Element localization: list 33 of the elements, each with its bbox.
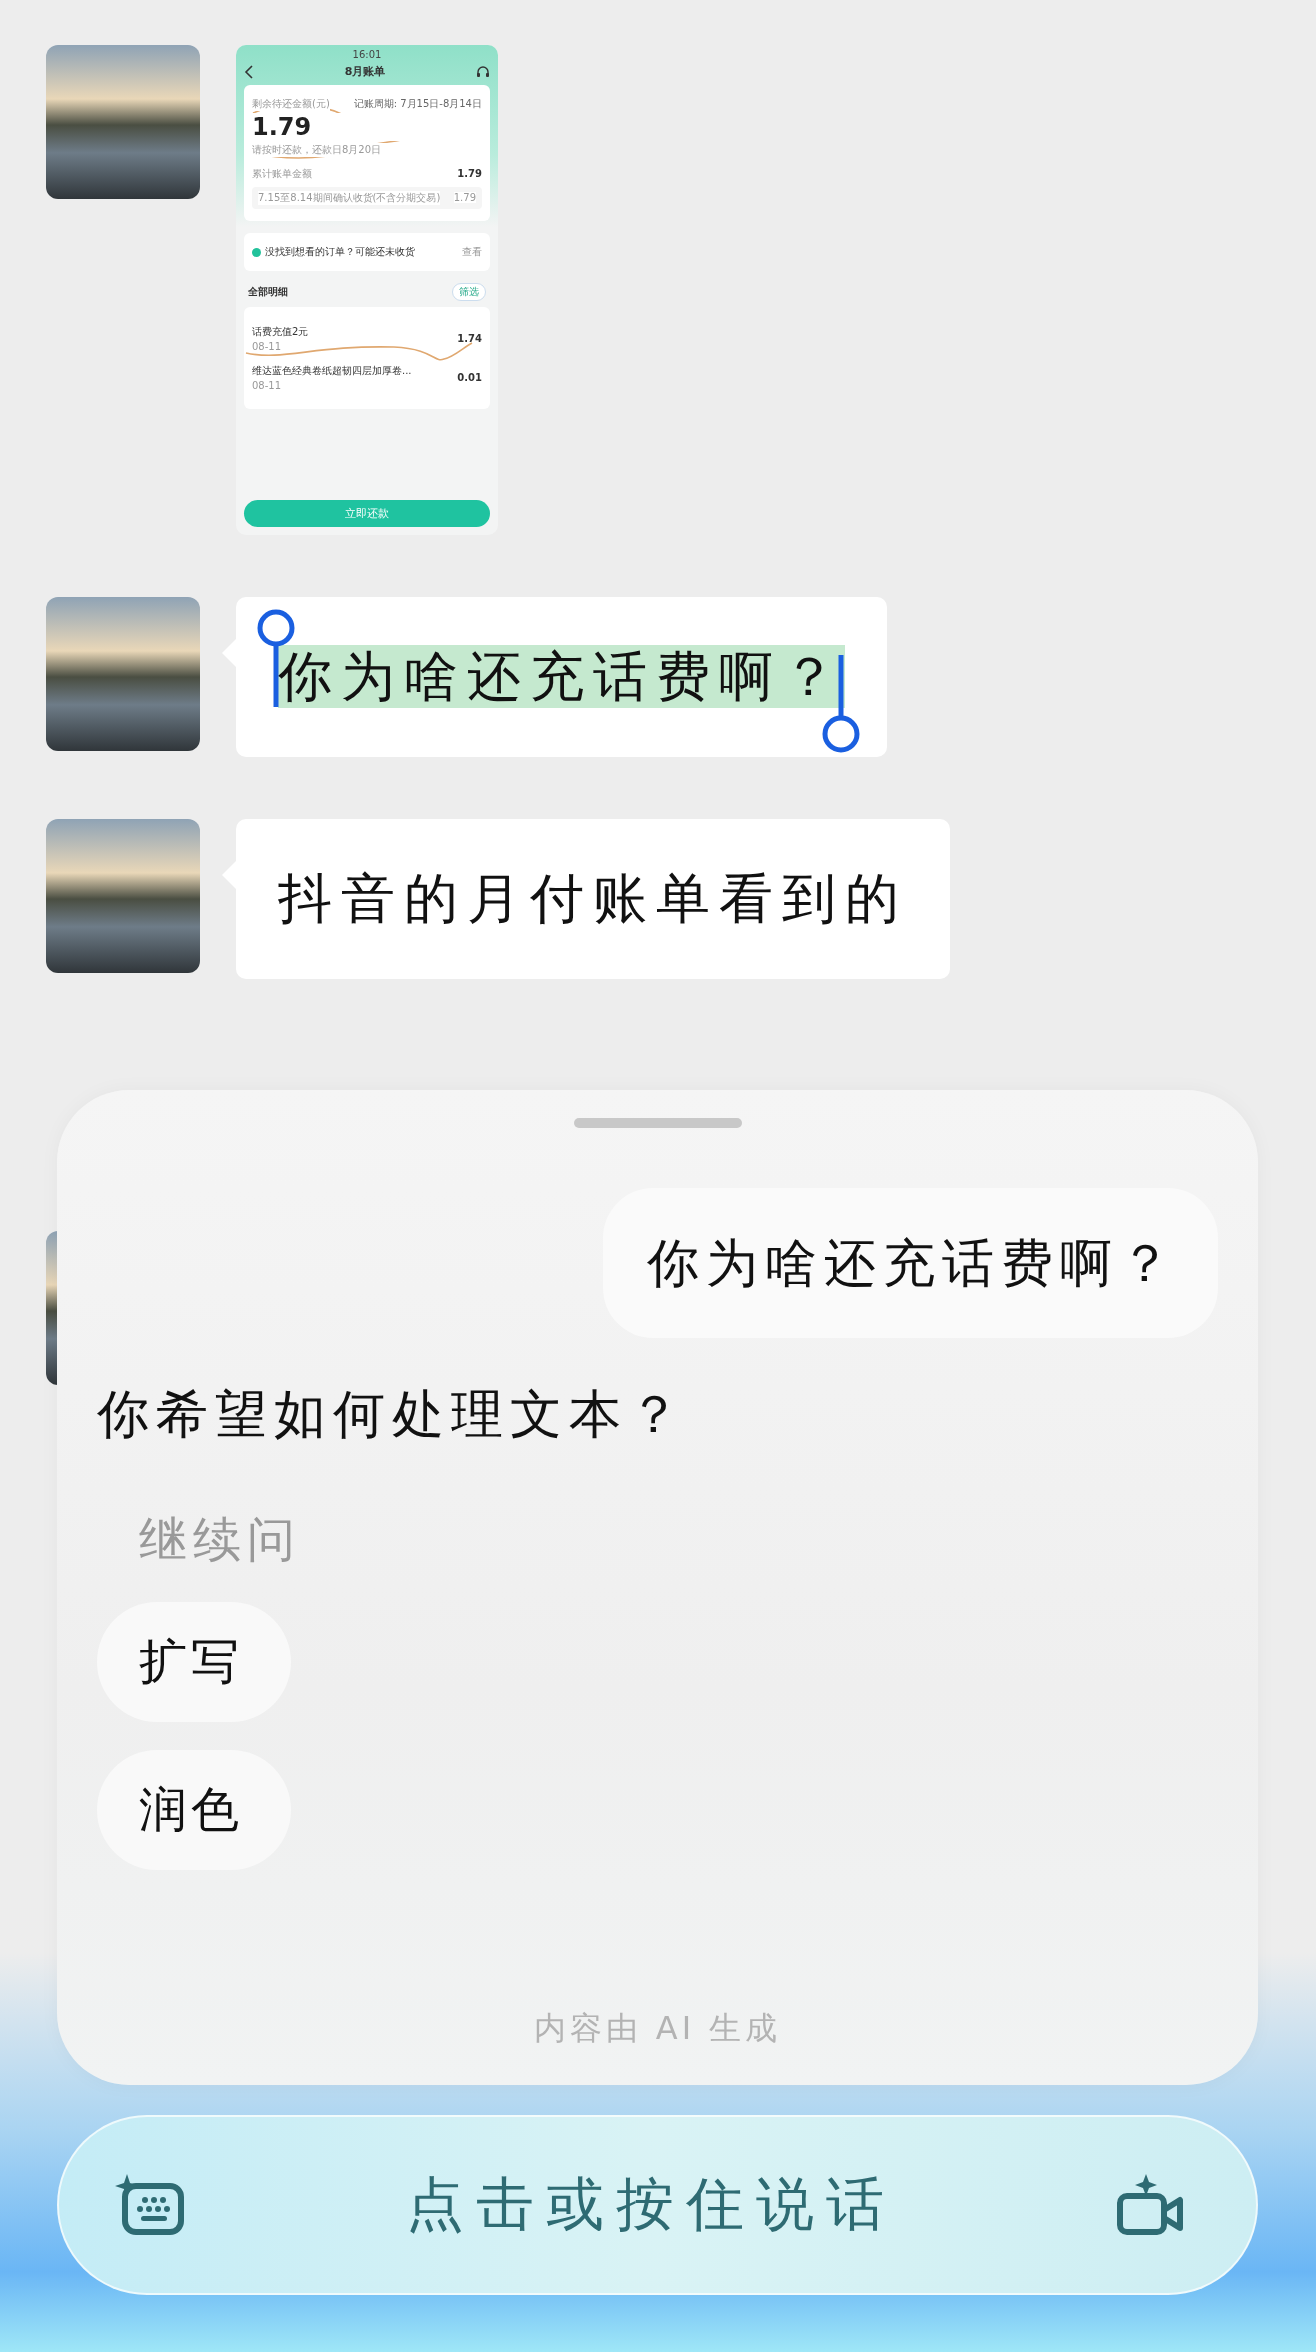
option-chip[interactable]: 润色 xyxy=(97,1750,291,1870)
list-title: 全部明细 xyxy=(248,285,288,299)
message-text: 抖音的月付账单看到的 xyxy=(278,867,908,930)
drag-handle[interactable] xyxy=(573,1118,742,1128)
status-time: 16:01 xyxy=(352,49,382,60)
option-chip[interactable]: 扩写 xyxy=(97,1602,291,1722)
transaction-name: 维达蓝色经典卷纸超韧四层加厚卷... xyxy=(252,364,412,378)
total-amount: 1.79 xyxy=(457,168,482,179)
voice-input-bar[interactable]: 点击或按住说话 xyxy=(57,2115,1258,2295)
notice-text: 没找到想看的订单？可能还未收货 xyxy=(265,245,416,259)
transaction-amount: 1.74 xyxy=(457,333,482,344)
page-title: 8月账单 xyxy=(344,64,386,79)
back-icon[interactable] xyxy=(244,64,254,79)
detail-amount: 1.79 xyxy=(453,192,476,203)
video-camera-icon[interactable] xyxy=(1116,2174,1186,2236)
quoted-message: 你为啥还充话费啊？ xyxy=(603,1188,1218,1338)
transaction-date: 08-11 xyxy=(252,380,283,391)
avatar-photo-placeholder[interactable] xyxy=(46,819,200,973)
avatar-photo-placeholder[interactable] xyxy=(46,597,200,751)
section-label: 继续问 xyxy=(139,1510,301,1569)
ai-disclaimer: 内容由 AI 生成 xyxy=(533,2008,782,2049)
headset-icon[interactable] xyxy=(476,64,490,79)
transaction-amount: 0.01 xyxy=(457,372,482,383)
dot-icon xyxy=(252,247,261,257)
detail-label: 7.15至8.14期间确认收货(不含分期交易) xyxy=(258,191,441,205)
transaction-name: 话费充值2元 xyxy=(252,325,309,339)
keyboard-icon[interactable] xyxy=(115,2174,185,2236)
avatar-photo-placeholder[interactable] xyxy=(46,45,200,199)
selection-handle-icon[interactable] xyxy=(821,653,861,753)
transaction-date: 08-11 xyxy=(252,341,283,352)
total-label: 累计账单金额 xyxy=(252,167,312,181)
prompt-question: 你希望如何处理文本？ xyxy=(97,1383,687,1446)
voice-input-label: 点击或按住说话 xyxy=(405,2169,896,2240)
